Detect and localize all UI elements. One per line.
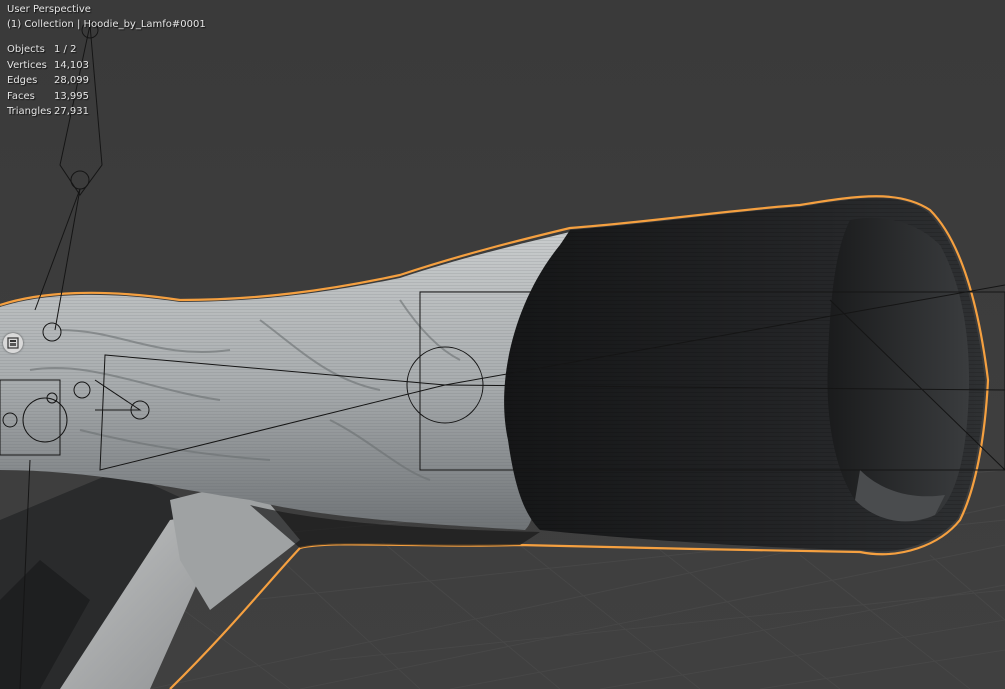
- stat-row-vertices: Vertices 14,103: [7, 58, 89, 74]
- cuff-opening: [827, 217, 970, 522]
- view-perspective-label: User Perspective: [7, 4, 91, 15]
- collection-label: (1) Collection | Hoodie_by_Lamfo#0001: [7, 19, 206, 30]
- stat-value: 14,103: [54, 59, 89, 71]
- stat-row-objects: Objects 1 / 2: [7, 42, 89, 58]
- image-icon-glyph: [7, 337, 19, 349]
- stat-label: Faces: [7, 90, 35, 102]
- stat-label: Edges: [7, 75, 38, 86]
- stat-value: 27,931: [54, 106, 89, 117]
- stat-row-triangles: Triangles 27,931: [7, 104, 89, 120]
- stat-value: 1 / 2: [54, 44, 77, 55]
- 3d-viewport[interactable]: User Perspective (1) Collection | Hoodie…: [0, 0, 1005, 689]
- stat-label: Vertices: [7, 59, 47, 71]
- image-icon[interactable]: [3, 333, 23, 353]
- stat-value: 28,099: [54, 75, 89, 86]
- scene-statistics: Objects 1 / 2 Vertices 14,103 Edges 28,0…: [7, 42, 89, 120]
- stat-value: 13,995: [54, 90, 89, 102]
- viewport-scene[interactable]: [0, 0, 1005, 689]
- stat-label: Triangles: [7, 106, 52, 117]
- stat-row-faces: Faces 13,995: [7, 89, 89, 105]
- stat-label: Objects: [7, 44, 45, 55]
- stat-row-edges: Edges 28,099: [7, 73, 89, 89]
